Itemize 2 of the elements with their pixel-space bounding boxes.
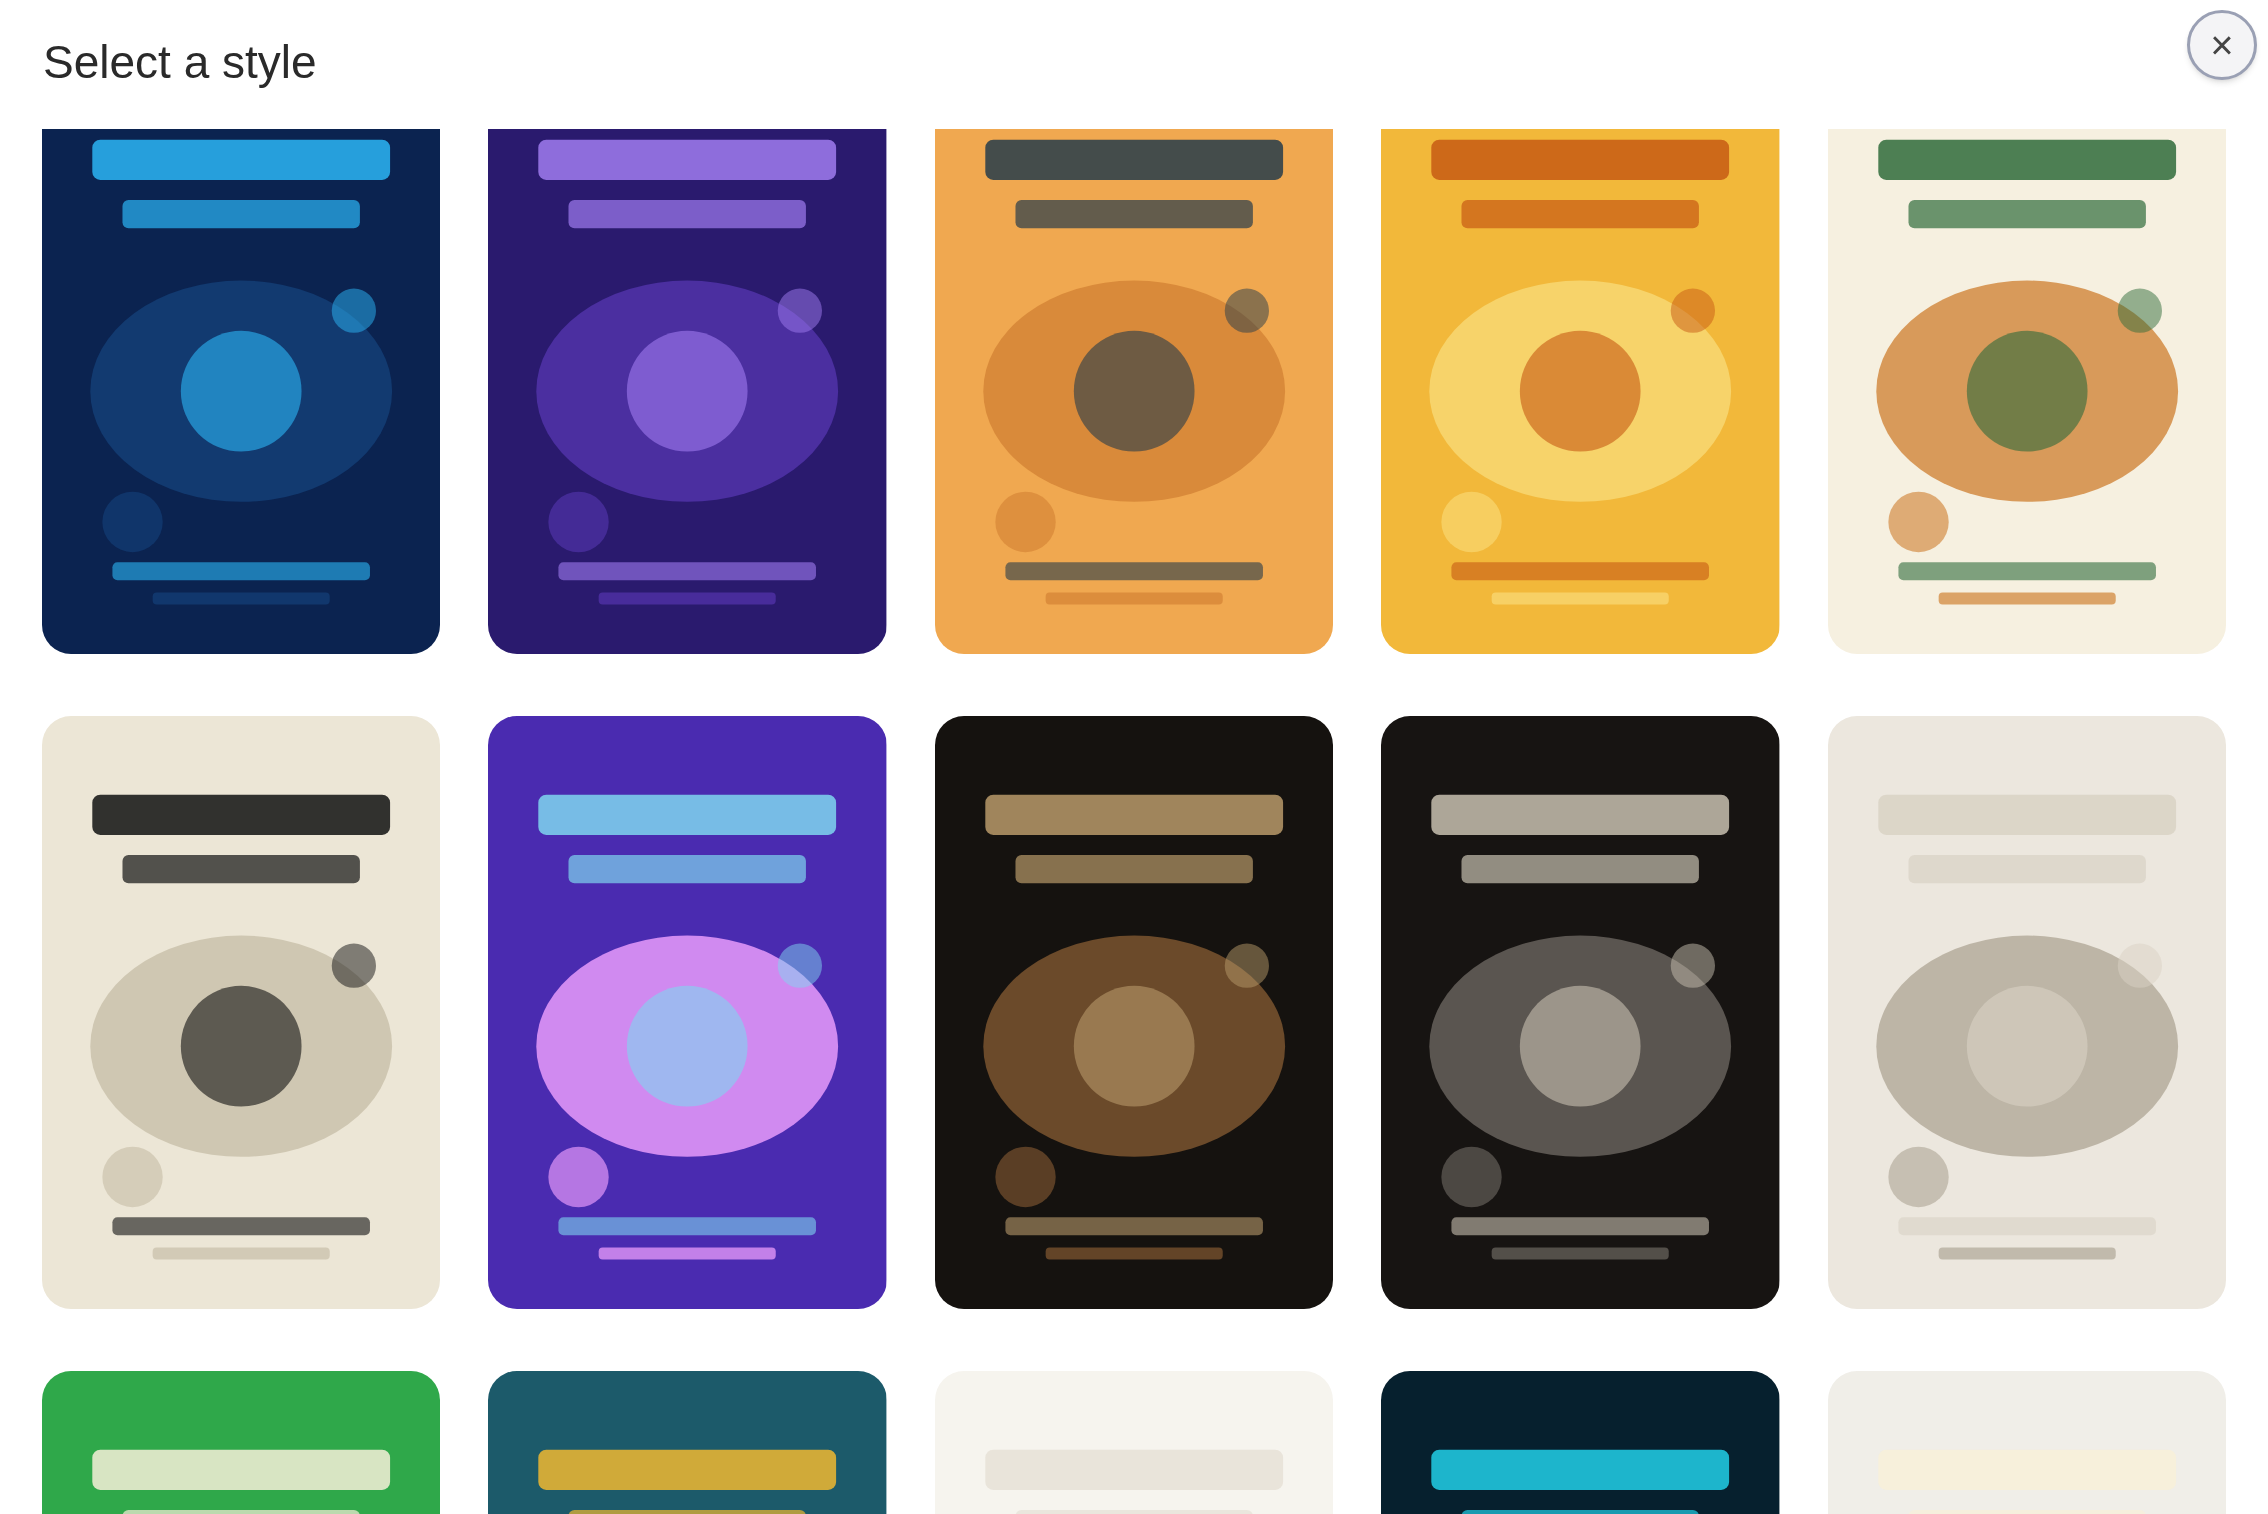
close-button[interactable]: × — [2187, 10, 2257, 80]
dialog-title: Select a style — [43, 35, 317, 90]
